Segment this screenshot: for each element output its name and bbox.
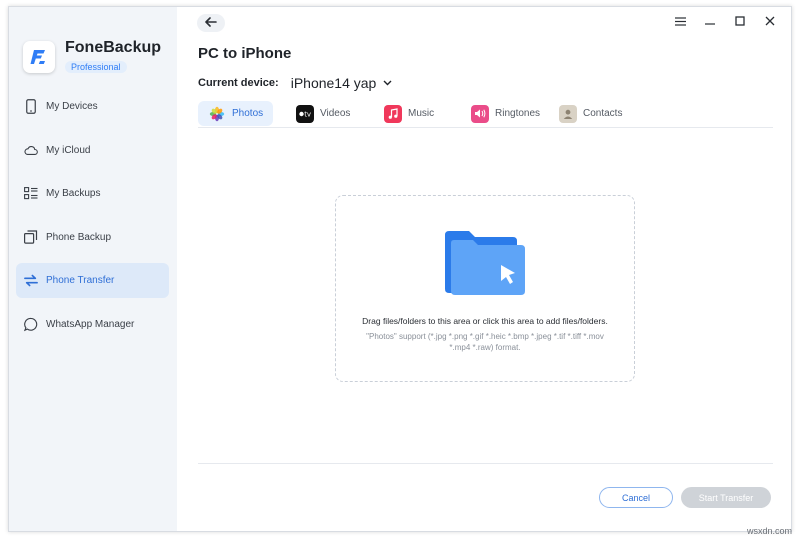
backups-list-icon	[24, 186, 38, 202]
footer-divider	[198, 463, 773, 464]
sidebar-item-phone-transfer[interactable]: Phone Transfer	[16, 263, 169, 298]
start-transfer-button[interactable]: Start Transfer	[681, 487, 771, 508]
tab-label: Videos	[320, 108, 351, 119]
tab-label: Music	[408, 108, 435, 119]
tab-label: Photos	[232, 108, 264, 119]
sidebar-item-my-icloud[interactable]: My iCloud	[16, 133, 169, 168]
brand: FoneBackup Professional	[23, 39, 161, 75]
dropzone-format-note: "Photos" support (*.jpg *.png *.gif *.he…	[366, 332, 604, 352]
copy-icon	[24, 229, 38, 245]
tab-music[interactable]: Music	[384, 101, 434, 126]
sidebar-item-label: WhatsApp Manager	[46, 318, 135, 330]
transfer-arrows-icon	[24, 273, 38, 289]
cancel-button[interactable]: Cancel	[599, 487, 673, 508]
device-dropdown[interactable]: iPhone14 yap	[291, 75, 393, 91]
menu-button[interactable]	[665, 13, 695, 31]
sidebar-item-my-backups[interactable]: My Backups	[16, 176, 169, 211]
ringtone-icon	[471, 104, 489, 123]
sidebar: FoneBackup Professional My Devices My iC…	[9, 7, 177, 531]
minimize-button[interactable]	[695, 13, 725, 31]
sidebar-item-label: My Devices	[46, 101, 98, 112]
fonebackup-logo-icon	[23, 41, 55, 73]
sidebar-item-phone-backup[interactable]: Phone Backup	[16, 220, 169, 255]
back-button[interactable]	[197, 14, 225, 32]
tab-videos[interactable]: tv Videos	[296, 101, 350, 126]
sidebar-item-label: Phone Transfer	[46, 275, 115, 286]
dropzone-instruction: Drag files/folders to this area or click…	[362, 316, 608, 326]
current-device-label: Current device:	[198, 77, 279, 89]
app-name: FoneBackup	[65, 39, 162, 56]
maximize-icon	[735, 13, 745, 31]
appletv-icon: tv	[296, 104, 314, 123]
device-name: iPhone14 yap	[290, 75, 377, 91]
sidebar-item-my-devices[interactable]: My Devices	[16, 89, 169, 124]
menu-icon	[674, 13, 686, 31]
close-icon	[765, 13, 775, 31]
maximize-button[interactable]	[725, 13, 755, 31]
sidebar-item-label: Phone Backup	[46, 231, 112, 243]
watermark-text: wsxdn.com	[746, 526, 792, 536]
sidebar-item-whatsapp-manager[interactable]: WhatsApp Manager	[16, 307, 169, 342]
main-panel: PC to iPhone Current device: iPhone14 ya…	[177, 7, 791, 531]
svg-text:tv: tv	[304, 110, 311, 118]
phone-icon	[24, 99, 38, 115]
device-selector-row: Current device: iPhone14 yap	[198, 75, 392, 91]
sidebar-nav: My Devices My iCloud My Backups Phone Ba…	[16, 89, 169, 350]
tab-contacts[interactable]: Contacts	[559, 101, 622, 126]
chat-bubble-icon	[24, 316, 38, 332]
category-tabs: Photos tv Videos Music Ringtones Contact…	[198, 101, 773, 128]
file-dropzone[interactable]: Drag files/folders to this area or click…	[335, 195, 635, 382]
sidebar-item-label: My Backups	[46, 188, 101, 199]
page-title: PC to iPhone	[198, 45, 292, 62]
contacts-icon	[559, 104, 577, 123]
tab-photos[interactable]: Photos	[198, 101, 274, 126]
edition-badge: Professional	[65, 61, 127, 73]
minimize-icon	[705, 13, 715, 31]
back-arrow-icon	[205, 14, 217, 32]
app-window: FoneBackup Professional My Devices My iC…	[8, 6, 792, 532]
window-controls	[665, 13, 785, 31]
close-button[interactable]	[755, 13, 785, 31]
tab-ringtones[interactable]: Ringtones	[471, 101, 540, 126]
photos-icon	[208, 105, 226, 123]
tab-label: Ringtones	[495, 108, 541, 119]
sidebar-item-label: My iCloud	[46, 144, 91, 156]
tab-label: Contacts	[583, 108, 623, 119]
music-icon	[384, 104, 402, 123]
folder-icon	[443, 229, 527, 302]
cloud-icon	[24, 142, 38, 158]
chevron-down-icon	[383, 80, 392, 86]
